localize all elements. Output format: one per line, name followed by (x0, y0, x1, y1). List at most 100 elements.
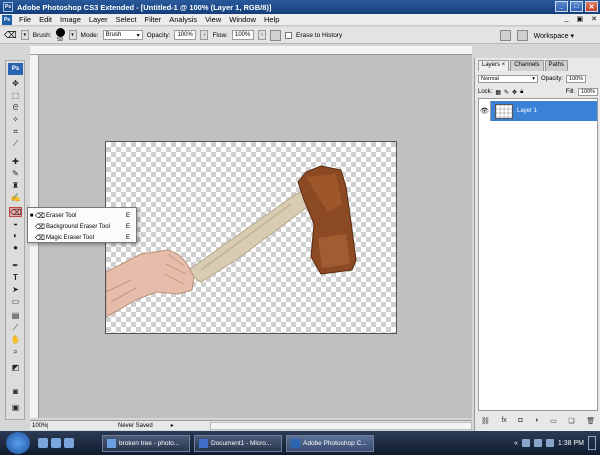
healing-brush-tool-icon[interactable]: ✚ (9, 157, 22, 167)
show-desktop-icon[interactable] (38, 438, 48, 448)
eyedropper-tool-icon[interactable]: ⟋ (9, 323, 22, 333)
rectangle-tool-icon[interactable]: ▭ (9, 297, 22, 307)
flyout-item-background-eraser[interactable]: ⌫ Background Eraser Tool E (28, 221, 138, 232)
show-desktop-button[interactable] (588, 436, 596, 450)
new-layer-icon[interactable]: ❏ (568, 417, 574, 427)
clone-stamp-tool-icon[interactable]: ♜ (9, 181, 22, 191)
taskbar-item-photo[interactable]: broken tree - photo... (102, 434, 190, 452)
menu-view[interactable]: View (201, 15, 225, 24)
tab-channels[interactable]: Channels (510, 60, 544, 71)
path-selection-tool-icon[interactable]: ➤ (9, 285, 22, 295)
brush-picker[interactable]: 59 (55, 27, 65, 43)
layer-opacity-input[interactable]: 100% (566, 75, 587, 83)
magic-wand-tool-icon[interactable]: ✧ (9, 115, 22, 125)
brush-tool-icon[interactable]: ✎ (9, 169, 22, 179)
quick-mask-icon[interactable]: ◙ (9, 387, 22, 397)
blend-mode-select[interactable]: Normal ▾ (478, 75, 538, 83)
screen-mode-icon[interactable]: ▣ (9, 403, 22, 413)
zoom-level[interactable]: 100% (30, 422, 48, 429)
workspace-menu[interactable]: Workspace ▾ (534, 32, 574, 40)
start-button[interactable] (6, 432, 30, 454)
taskbar-item-word[interactable]: Document1 - Micro... (194, 434, 282, 452)
eraser-tool-icon[interactable]: ⌫ (9, 207, 22, 217)
menu-filter[interactable]: Filter (141, 15, 166, 24)
blur-tool-icon[interactable]: ◐ (9, 231, 22, 241)
ps-logo[interactable]: Ps (8, 63, 23, 75)
menu-help[interactable]: Help (260, 15, 283, 24)
bridge-icon[interactable] (516, 30, 528, 41)
lock-all-icon[interactable]: 🔒︎ (520, 89, 523, 96)
crop-tool-icon[interactable]: ⌗ (9, 127, 22, 137)
layer-row[interactable]: 👁︎ Layer 1 (479, 101, 597, 121)
eye-icon[interactable]: 👁︎ (479, 101, 491, 121)
paint-bucket-tool-icon[interactable]: ◒ (9, 219, 22, 229)
type-tool-icon[interactable]: T (9, 273, 22, 283)
clock[interactable]: 1:38 PM (558, 440, 584, 447)
document-icon[interactable]: Ps (2, 14, 12, 25)
tray-expand-icon[interactable]: « (514, 440, 518, 447)
mode-select[interactable]: Brush ▾ (102, 30, 143, 40)
layers-panel: Layers × Channels Paths Normal ▾ Opacity… (474, 58, 600, 431)
taskbar-item-photoshop[interactable]: Adobe Photoshop C... (286, 434, 374, 452)
lasso-tool-icon[interactable]: ᘓ (9, 103, 22, 113)
close-button[interactable]: ✕ (585, 1, 598, 12)
tab-paths[interactable]: Paths (544, 60, 568, 71)
adjustment-layer-icon[interactable]: ◑ (534, 417, 538, 427)
flow-slider-icon[interactable]: › (257, 30, 266, 40)
fill-input[interactable]: 100% (578, 88, 598, 96)
brush-dropdown-icon[interactable]: ▾ (68, 30, 77, 40)
layer-style-icon[interactable]: fx (501, 417, 506, 427)
eraser-preset-icon[interactable]: ⌫ (4, 30, 17, 41)
opacity-input[interactable]: 100% (174, 30, 197, 40)
lock-pixels-icon[interactable]: ✎ (504, 89, 509, 96)
canvas[interactable] (105, 141, 397, 334)
browser-task-icon (107, 438, 116, 448)
move-tool-icon[interactable]: ✥ (9, 79, 22, 89)
doc-close-icon[interactable]: ✕ (591, 15, 597, 23)
pen-tool-icon[interactable]: ✒ (9, 261, 22, 271)
lock-label: Lock: (478, 89, 493, 95)
browser-icon[interactable] (64, 438, 74, 448)
doc-restore-icon[interactable]: ▣ (577, 15, 584, 23)
airbrush-icon[interactable] (269, 29, 281, 41)
menu-image[interactable]: Image (56, 15, 85, 24)
flyout-item-eraser[interactable]: ■ ⌫ Eraser Tool E (28, 210, 138, 221)
dodge-tool-icon[interactable]: ● (9, 243, 22, 253)
tool-preset-dropdown-icon[interactable]: ▾ (20, 30, 29, 40)
lock-transparency-icon[interactable]: ▦ (495, 89, 501, 96)
link-layers-icon[interactable]: ⛓ (481, 417, 490, 427)
opacity-slider-icon[interactable]: › (200, 30, 209, 40)
tab-layers[interactable]: Layers × (478, 60, 510, 71)
zoom-tool-icon[interactable]: ⌕ (9, 347, 22, 357)
security-icon[interactable] (545, 439, 554, 447)
horizontal-scrollbar[interactable] (210, 422, 472, 430)
menu-edit[interactable]: Edit (35, 15, 56, 24)
hand-tool-icon[interactable]: ✋ (9, 335, 22, 345)
history-brush-tool-icon[interactable]: ✍ (9, 193, 22, 203)
menu-window[interactable]: Window (225, 15, 260, 24)
window-switcher-icon[interactable] (51, 438, 61, 448)
lock-position-icon[interactable]: ✥ (512, 89, 517, 96)
background-eraser-icon: ⌫ (35, 223, 45, 231)
erase-to-history-checkbox[interactable] (284, 31, 292, 39)
flow-input[interactable]: 100% (231, 30, 254, 40)
color-swatches-icon[interactable]: ◩ (9, 363, 22, 373)
marquee-tool-icon[interactable]: ⬚ (9, 91, 22, 101)
new-group-icon[interactable]: ▭ (550, 417, 557, 427)
delete-layer-icon[interactable]: 🗑︎ (586, 417, 595, 427)
slice-tool-icon[interactable]: ⟋ (9, 139, 22, 149)
menu-analysis[interactable]: Analysis (165, 15, 201, 24)
flyout-item-magic-eraser[interactable]: ⌫ Magic Eraser Tool E (28, 232, 138, 243)
minimize-button[interactable]: _ (555, 1, 568, 12)
network-icon[interactable] (521, 439, 530, 447)
palette-well-icon[interactable] (499, 30, 511, 41)
menu-select[interactable]: Select (112, 15, 141, 24)
maximize-button[interactable]: □ (570, 1, 583, 12)
status-menu-arrow-icon[interactable]: ▸ (171, 422, 174, 429)
menu-file[interactable]: File (15, 15, 35, 24)
menu-layer[interactable]: Layer (85, 15, 112, 24)
layer-mask-icon[interactable]: ◘ (518, 417, 522, 427)
notes-tool-icon[interactable]: ▤ (9, 311, 22, 321)
volume-icon[interactable] (533, 439, 542, 447)
doc-minimize-icon[interactable]: _ (565, 15, 569, 23)
